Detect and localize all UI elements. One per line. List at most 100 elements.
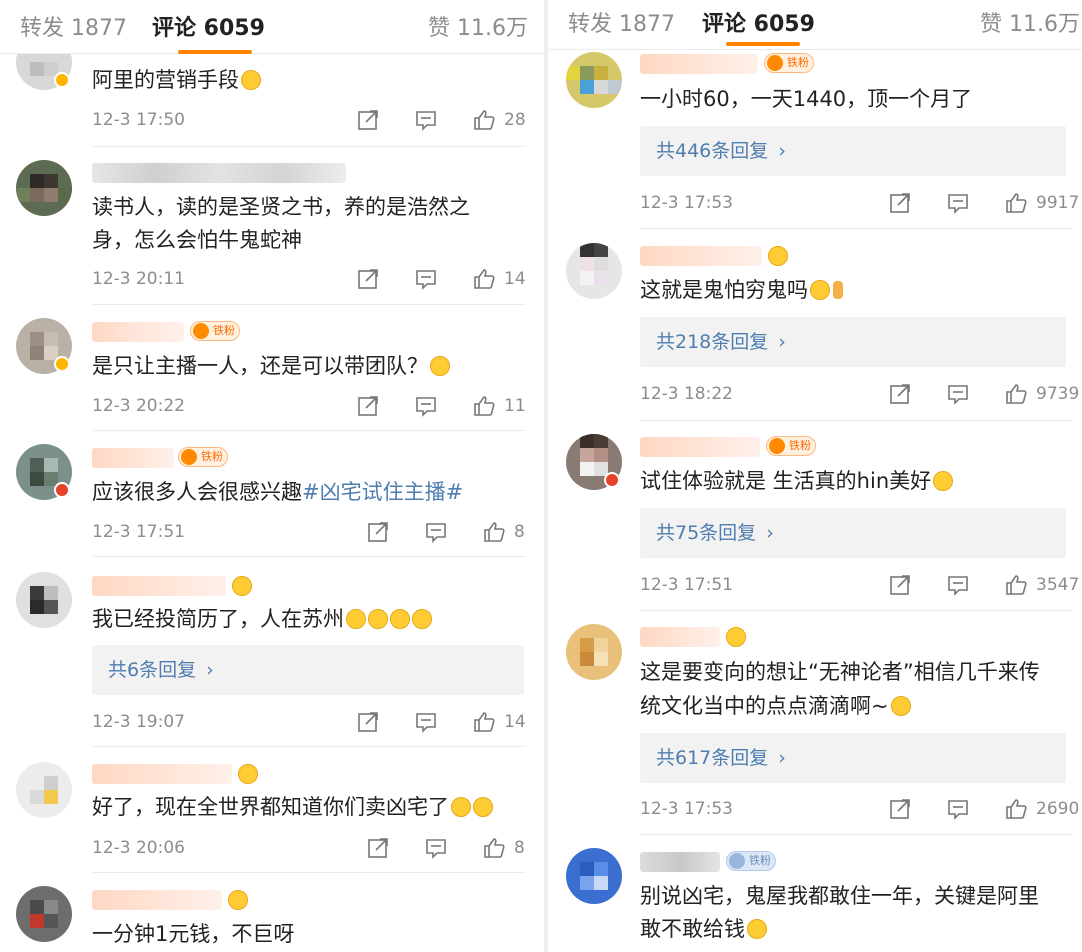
username[interactable] — [92, 576, 226, 596]
divider — [92, 746, 526, 747]
comment-time: 12-3 17:51 — [640, 575, 733, 595]
divider — [640, 610, 1072, 611]
verified-badge-icon — [54, 356, 70, 372]
avatar[interactable] — [566, 52, 622, 108]
replies-link[interactable]: 共617条回复 › — [640, 733, 1066, 783]
comment-text: 一分钟1元钱，不巨呀 — [92, 922, 295, 946]
like-count: 28 — [504, 110, 526, 130]
replies-link[interactable]: 共6条回复 › — [92, 645, 524, 695]
avatar[interactable] — [16, 762, 72, 818]
fan-level-icon — [232, 576, 252, 596]
comment-time: 12-3 19:07 — [92, 712, 185, 732]
share-icon[interactable] — [888, 797, 912, 821]
comment-time: 12-3 17:53 — [640, 799, 733, 819]
like-icon[interactable] — [472, 710, 496, 734]
tab-likes[interactable]: 赞 11.6万 — [980, 6, 1080, 38]
avatar[interactable] — [566, 243, 622, 299]
comment-text: 这是要变向的想让“无神论者”相信几千来传 — [640, 660, 1040, 684]
like-icon[interactable] — [482, 836, 506, 860]
share-icon[interactable] — [356, 394, 380, 418]
like-icon[interactable] — [472, 394, 496, 418]
verified-badge-icon — [604, 472, 620, 488]
like-count: 8 — [514, 838, 525, 858]
comment-icon[interactable] — [414, 710, 438, 734]
username[interactable] — [92, 448, 174, 468]
screenshot-composite: 转发 1877 评论 6059 赞 11.6万 阿里的营销手段 12-3 17:… — [0, 0, 1082, 952]
username[interactable] — [92, 322, 184, 342]
avatar[interactable] — [566, 848, 622, 904]
chevron-right-icon: › — [766, 522, 774, 544]
emoji-icon — [810, 280, 830, 300]
like-count: 14 — [504, 712, 526, 732]
comment-time: 12-3 20:06 — [92, 838, 185, 858]
comment-icon[interactable] — [424, 836, 448, 860]
comment-text: 身，怎么会怕牛鬼蛇神 — [92, 228, 302, 252]
avatar[interactable] — [16, 160, 72, 216]
username[interactable] — [640, 437, 760, 457]
share-icon[interactable] — [888, 191, 912, 215]
tab-reposts[interactable]: 转发 1877 — [568, 6, 675, 38]
username[interactable] — [92, 163, 346, 183]
replies-link[interactable]: 共218条回复 › — [640, 317, 1066, 367]
tab-comments[interactable]: 评论 6059 — [152, 10, 265, 42]
replies-link[interactable]: 共75条回复 › — [640, 508, 1066, 558]
divider — [92, 304, 526, 305]
username[interactable] — [92, 764, 232, 784]
fan-badge: 铁粉 — [190, 321, 240, 341]
replies-link[interactable]: 共446条回复 › — [640, 126, 1066, 176]
divider — [640, 420, 1072, 421]
divider — [92, 430, 526, 431]
like-icon[interactable] — [1004, 191, 1028, 215]
fan-level-icon — [768, 246, 788, 266]
avatar[interactable] — [566, 624, 622, 680]
username[interactable] — [640, 246, 762, 266]
tab-comments[interactable]: 评论 6059 — [702, 6, 815, 38]
emoji-icon — [346, 609, 366, 629]
like-icon[interactable] — [1004, 573, 1028, 597]
share-icon[interactable] — [888, 573, 912, 597]
emoji-icon — [412, 609, 432, 629]
avatar[interactable] — [16, 886, 72, 942]
divider — [92, 556, 526, 557]
username[interactable] — [640, 627, 720, 647]
comment-icon[interactable] — [946, 191, 970, 215]
share-icon[interactable] — [356, 267, 380, 291]
left-comments-panel: 转发 1877 评论 6059 赞 11.6万 阿里的营销手段 12-3 17:… — [0, 0, 544, 952]
right-comments-panel: 转发 1877 评论 6059 赞 11.6万 铁粉 一小时60，一天1440，… — [548, 0, 1082, 952]
username[interactable] — [92, 890, 222, 910]
like-count: 9917 — [1036, 193, 1080, 213]
share-icon[interactable] — [356, 710, 380, 734]
fan-level-icon — [726, 627, 746, 647]
comment-text: 我已经投简历了，人在苏州 — [92, 603, 432, 635]
share-icon[interactable] — [888, 382, 912, 406]
like-icon[interactable] — [472, 108, 496, 132]
username[interactable] — [640, 852, 720, 872]
comment-icon[interactable] — [946, 573, 970, 597]
like-count: 9739 — [1036, 384, 1080, 404]
share-icon[interactable] — [366, 520, 390, 544]
tab-reposts[interactable]: 转发 1877 — [20, 10, 127, 42]
username[interactable] — [640, 54, 758, 74]
comment-icon[interactable] — [424, 520, 448, 544]
like-count: 2690 — [1036, 799, 1080, 819]
emoji-icon — [933, 471, 954, 491]
comment-icon[interactable] — [414, 267, 438, 291]
comment-icon[interactable] — [946, 382, 970, 406]
share-icon[interactable] — [356, 108, 380, 132]
verified-badge-icon — [54, 72, 70, 88]
comment-icon[interactable] — [946, 797, 970, 821]
like-icon[interactable] — [1004, 797, 1028, 821]
like-count: 8 — [514, 522, 525, 542]
comment-icon[interactable] — [414, 108, 438, 132]
share-icon[interactable] — [366, 836, 390, 860]
tab-likes[interactable]: 赞 11.6万 — [428, 10, 528, 42]
like-icon[interactable] — [482, 520, 506, 544]
like-icon[interactable] — [1004, 382, 1028, 406]
like-icon[interactable] — [472, 267, 496, 291]
divider — [92, 146, 526, 147]
emoji-icon — [451, 797, 471, 817]
comment-icon[interactable] — [414, 394, 438, 418]
avatar[interactable] — [16, 572, 72, 628]
hashtag-link[interactable]: #凶宅试住主播# — [302, 480, 463, 504]
comment-time: 12-3 17:50 — [92, 110, 185, 130]
